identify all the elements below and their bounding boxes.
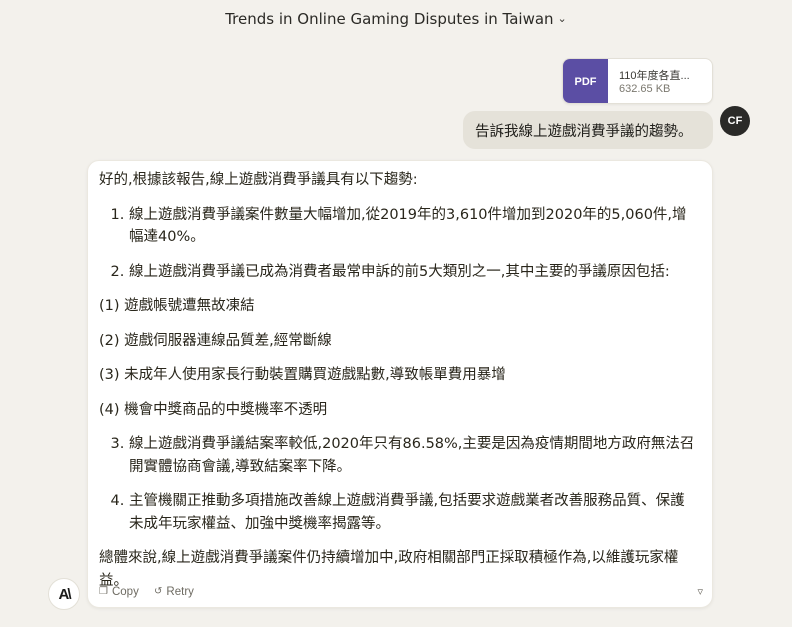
trend-list-b: 線上遊戲消費爭議結案率較低,2020年只有86.58%,主要是因為疫情期間地方政… xyxy=(99,433,699,535)
pdf-icon: PDF xyxy=(563,59,608,103)
intro-paragraph: 好的,根據該報告,線上遊戲消費爭議具有以下趨勢: xyxy=(99,172,418,188)
retry-label: Retry xyxy=(166,585,194,598)
user-message-text: 告訴我線上遊戲消費爭議的趨勢。 xyxy=(475,123,693,140)
list-item: 線上遊戲消費爭議結案率較低,2020年只有86.58%,主要是因為疫情期間地方政… xyxy=(129,433,699,478)
user-message: 告訴我線上遊戲消費爭議的趨勢。 xyxy=(463,111,713,149)
assistant-logo: A\ xyxy=(48,578,80,610)
sub-item: (1) 遊戲帳號遭無故凍結 xyxy=(99,298,255,314)
conversation-title-text: Trends in Online Gaming Disputes in Taiw… xyxy=(225,10,554,28)
pdf-attachment[interactable]: PDF 110年度各直... 632.65 KB xyxy=(562,58,713,104)
list-item: 線上遊戲消費爭議已成為消費者最常申訴的前5大類別之一,其中主要的爭議原因包括: xyxy=(129,261,699,284)
thumbs-down-icon[interactable]: ▿ xyxy=(697,585,703,598)
attachment-name: 110年度各直... xyxy=(619,70,690,82)
sub-item: (2) 遊戲伺服器連線品質差,經常斷線 xyxy=(99,332,332,349)
retry-button[interactable]: ↺ Retry xyxy=(154,586,194,598)
list-item: 線上遊戲消費爭議案件數量大幅增加,從2019年的3,610件增加到2020年的5… xyxy=(129,204,699,249)
chevron-down-icon[interactable]: ⌄ xyxy=(558,12,567,25)
attachment-size: 632.65 KB xyxy=(619,83,671,95)
message-actions: ❐ Copy ↺ Retry ▿ xyxy=(99,585,703,601)
retry-icon: ↺ xyxy=(154,586,163,597)
avatar[interactable]: CF xyxy=(720,106,750,136)
list-item: 主管機關正推動多項措施改善線上遊戲消費爭議,包括要求遊戲業者改善服務品質、保護未… xyxy=(129,490,699,535)
assistant-message-body: 好的,根據該報告,線上遊戲消費爭議具有以下趨勢: 線上遊戲消費爭議案件數量大幅增… xyxy=(99,169,699,592)
copy-icon: ❐ xyxy=(99,586,108,597)
copy-button[interactable]: ❐ Copy xyxy=(99,586,139,598)
assistant-message: 好的,根據該報告,線上遊戲消費爭議具有以下趨勢: 線上遊戲消費爭議案件數量大幅增… xyxy=(87,160,713,608)
conversation-title[interactable]: Trends in Online Gaming Disputes in Taiw… xyxy=(0,10,792,28)
trend-list-a: 線上遊戲消費爭議案件數量大幅增加,從2019年的3,610件增加到2020年的5… xyxy=(99,204,699,284)
sub-item: (4) 機會中獎商品的中獎機率不透明 xyxy=(99,401,328,418)
copy-label: Copy xyxy=(111,585,139,598)
sub-item: (3) 未成年人使用家長行動裝置購買遊戲點數,導致帳單費用暴增 xyxy=(99,367,506,383)
